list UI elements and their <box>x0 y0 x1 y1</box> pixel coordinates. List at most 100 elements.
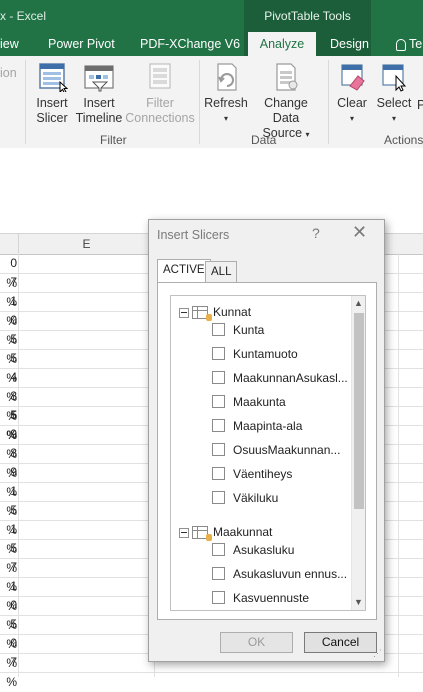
field-label: Asukasluku <box>233 543 295 557</box>
insert-slicer-button[interactable]: Insert Slicer <box>33 62 71 126</box>
field-item-kunta[interactable]: Kunta <box>212 321 264 339</box>
field-label: Asukasluvun ennus... <box>233 567 348 581</box>
table-node-kunnat[interactable]: Kunnat <box>179 303 252 322</box>
field-list[interactable]: Kunnat Kunta Kuntamuoto MaakunnanAsukasl… <box>170 295 366 611</box>
field-item-maapinta-ala[interactable]: Maapinta-ala <box>212 417 302 435</box>
insert-timeline-label-2: Timeline <box>75 111 123 125</box>
tab-all[interactable]: ALL <box>205 261 238 282</box>
vertical-scrollbar[interactable]: ▲ ▼ <box>351 296 365 610</box>
field-label: Kuntamuoto <box>233 347 298 361</box>
context-group-label: PivotTable Tools <box>244 0 371 32</box>
cut-ribbon-button[interactable]: P <box>417 98 423 112</box>
select-dropdown-caret[interactable]: ▾ <box>374 111 414 126</box>
change-source-label-1: Change Data <box>264 96 308 125</box>
collapse-icon[interactable] <box>179 527 189 538</box>
checkbox[interactable] <box>212 419 225 433</box>
tab-view[interactable]: iew <box>0 32 19 56</box>
tab-tell-me-label: Te <box>409 37 423 51</box>
ribbon-separator <box>25 60 26 144</box>
filter-connections-icon <box>144 62 176 92</box>
cancel-button[interactable]: Cancel <box>304 632 377 653</box>
filter-connections-label-2: Connections <box>125 111 195 125</box>
checkbox[interactable] <box>212 467 225 481</box>
column-header-d[interactable] <box>0 234 19 254</box>
tab-design[interactable]: Design <box>330 32 369 56</box>
dialog-title: Insert Slicers <box>157 228 230 242</box>
field-label: Väkiluku <box>233 491 279 505</box>
lightbulb-icon <box>396 38 406 51</box>
clear-dropdown-caret[interactable]: ▾ <box>333 111 371 126</box>
column-header-e[interactable]: E <box>19 234 155 254</box>
table-name: Maakunnat <box>213 525 273 539</box>
field-item-kuntamuoto[interactable]: Kuntamuoto <box>212 345 298 363</box>
refresh-label: Refresh <box>204 96 248 110</box>
ribbon: ion Insert Slicer Insert Timeline Filter… <box>0 56 423 149</box>
ribbon-separator <box>199 60 200 144</box>
table-name: Kunnat <box>213 305 252 319</box>
field-label: Maakunta <box>233 395 286 409</box>
tab-panel: Kunnat Kunta Kuntamuoto MaakunnanAsukasl… <box>157 282 377 620</box>
close-icon[interactable]: ✕ <box>352 222 367 243</box>
tab-analyze[interactable]: Analyze <box>248 32 316 56</box>
checkbox[interactable] <box>212 395 225 409</box>
checkbox[interactable] <box>212 491 225 505</box>
select-button[interactable]: Select ▾ <box>374 62 414 126</box>
field-item-vakiluku[interactable]: Väkiluku <box>212 489 278 507</box>
ok-button[interactable]: OK <box>220 632 293 653</box>
field-label: Kunta <box>233 323 265 337</box>
insert-slicer-label-1: Insert <box>36 96 68 110</box>
clear-label: Clear <box>337 96 367 110</box>
tab-power-pivot[interactable]: Power Pivot <box>48 32 115 56</box>
clear-button[interactable]: Clear ▾ <box>333 62 371 126</box>
select-label: Select <box>376 96 412 110</box>
checkbox[interactable] <box>212 567 225 581</box>
field-item-vaentiheys[interactable]: Väentiheys <box>212 465 292 483</box>
cut-ribbon-label: ion <box>0 66 17 80</box>
checkbox[interactable] <box>212 443 225 457</box>
table-icon <box>192 526 212 542</box>
clear-icon <box>336 62 368 92</box>
help-button[interactable]: ? <box>312 225 320 241</box>
field-item-osuusmaakunnan[interactable]: OsuusMaakunnan... <box>212 441 340 459</box>
field-item-asukasluku[interactable]: Asukasluku <box>212 541 294 559</box>
field-item-kasvuennuste[interactable]: Kasvuennuste <box>212 589 309 607</box>
scroll-down-icon[interactable]: ▼ <box>354 597 363 607</box>
window-title: x - Excel <box>0 9 47 23</box>
checkbox[interactable] <box>212 543 225 557</box>
checkbox[interactable] <box>212 371 225 385</box>
refresh-dropdown-caret[interactable]: ▾ <box>203 111 249 126</box>
collapse-icon[interactable] <box>179 307 189 318</box>
tab-tell-me[interactable]: Te <box>396 32 422 56</box>
select-icon <box>378 62 410 92</box>
filter-connections-label-1: Filter <box>146 96 174 110</box>
actions-group-label: Actions <box>384 133 423 147</box>
insert-timeline-button[interactable]: Insert Timeline <box>75 62 123 126</box>
scrollbar-thumb[interactable] <box>354 313 364 509</box>
change-data-source-button[interactable]: Change Data Source ▾ <box>250 62 322 142</box>
checkbox[interactable] <box>212 347 225 361</box>
refresh-icon <box>210 62 242 92</box>
tab-pdf-xchange[interactable]: PDF-XChange V6 <box>140 32 240 56</box>
tab-active[interactable]: ACTIVE <box>157 259 211 283</box>
field-item-maakunta[interactable]: Maakunta <box>212 393 286 411</box>
cell-value: 7 % <box>6 655 17 689</box>
field-item-asukasluvun-ennuste[interactable]: Asukasluvun ennus... <box>212 565 347 583</box>
table-icon <box>192 306 212 322</box>
change-source-icon <box>270 62 302 92</box>
checkbox[interactable] <box>212 591 225 605</box>
field-label: OsuusMaakunnan... <box>233 443 341 457</box>
insert-timeline-label-1: Insert <box>83 96 115 110</box>
field-item-maakunnanasukas[interactable]: MaakunnanAsukasl... <box>212 369 348 387</box>
table-node-maakunnat[interactable]: Maakunnat <box>179 523 273 542</box>
refresh-button[interactable]: Refresh ▾ <box>203 62 249 126</box>
field-label: Väentiheys <box>233 467 293 481</box>
field-label: Kasvuennuste <box>233 591 310 605</box>
ribbon-separator <box>328 60 329 144</box>
ribbon-tabs: iew Power Pivot PDF-XChange V6 Analyze D… <box>0 32 423 56</box>
resize-grip-icon[interactable]: ⋰ <box>373 648 382 659</box>
checkbox[interactable] <box>212 323 225 337</box>
insert-slicer-label-2: Slicer <box>36 111 68 125</box>
data-group-label: Data <box>251 133 277 147</box>
filter-connections-button[interactable]: Filter Connections <box>125 62 195 126</box>
scroll-up-icon[interactable]: ▲ <box>354 298 363 308</box>
